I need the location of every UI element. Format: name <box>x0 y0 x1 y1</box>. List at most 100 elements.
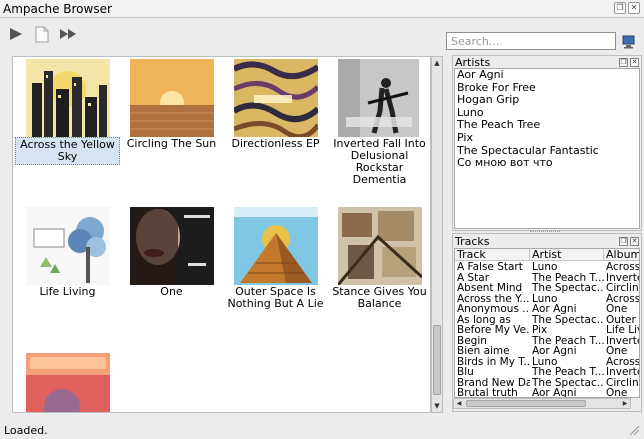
network-icon[interactable] <box>622 35 635 49</box>
artist-cell: The Peach T... <box>532 367 604 378</box>
artist-item[interactable]: Со мною вот что <box>455 157 639 170</box>
partial-album-art <box>26 353 110 412</box>
next-icon <box>60 29 76 39</box>
table-row[interactable]: Blu The Peach T... Inverte <box>455 367 640 378</box>
dock-float-icon[interactable]: ❐ <box>619 237 628 246</box>
table-row[interactable]: Across the Y... Luno Across <box>455 293 640 305</box>
artist-item[interactable]: Aor Agni <box>455 69 639 82</box>
album-cell: Across <box>606 262 640 273</box>
scroll-down-icon[interactable]: ▼ <box>432 400 442 412</box>
artist-item[interactable]: The Peach Tree <box>455 119 639 132</box>
status-bar: Loaded. <box>0 420 644 439</box>
track-cell: Begin <box>457 335 487 346</box>
artist-cell: The Spectac... <box>532 314 604 325</box>
track-cell: Brutal truth <box>457 388 518 398</box>
table-row[interactable]: Brand New DayThe Spectac...Circlin <box>455 377 639 389</box>
album-cell: Across <box>606 356 640 367</box>
album-cell: Across <box>606 293 640 304</box>
track-cell: Blu <box>457 367 474 378</box>
tracks-dock-title: Tracks <box>455 235 490 248</box>
column-header-track[interactable]: Track <box>455 249 530 261</box>
dock-close-icon[interactable]: ✕ <box>630 58 639 67</box>
artist-item[interactable]: Pix <box>455 131 639 145</box>
restore-icon[interactable]: ❐ <box>614 2 626 14</box>
album-title: Stance Gives You Balance <box>332 285 427 310</box>
track-cell: Bien aime <box>457 346 510 357</box>
table-row[interactable]: Birds in My T... Luno Across <box>455 356 640 368</box>
table-row[interactable]: Brutal truth Aor Agni One <box>455 388 639 398</box>
table-row[interactable]: Begin The Peach T... Inverte <box>455 335 640 347</box>
album-title: Circling The Sun <box>126 137 217 150</box>
track-cell: Before My Ve... <box>457 325 530 336</box>
tree-art <box>26 207 110 285</box>
artist-cell: Luno <box>532 293 558 304</box>
table-row[interactable]: As long as The Spectac... Outer <box>455 314 639 326</box>
swirl-art <box>234 59 318 137</box>
artist-cell: Pix <box>532 325 548 336</box>
album-grid-scrollbar[interactable]: ▲ ▼ <box>431 56 443 413</box>
album-grid[interactable]: Across the Yellow Sky Circling The Sun D… <box>12 56 431 413</box>
column-header-album[interactable]: Album <box>604 249 639 261</box>
artist-cell: Luno <box>532 356 558 367</box>
table-row[interactable]: Before My Ve... Pix Life Liv <box>455 325 640 336</box>
album-cell: Outer <box>606 314 636 325</box>
dock-float-icon[interactable]: ❐ <box>619 58 628 67</box>
tracks-dock: Tracks ❐ ✕ Track Artist Album A False St… <box>452 233 642 412</box>
scroll-left-icon[interactable]: ◀ <box>454 399 464 408</box>
tracks-table[interactable]: Track Artist Album A False Start Luno Acro… <box>454 248 640 398</box>
table-row[interactable]: A Star The Peach T... Inverte <box>455 272 640 284</box>
track-cell: A False Start <box>457 262 523 273</box>
resize-grip-icon[interactable] <box>628 425 640 436</box>
album-cell: One <box>606 304 628 315</box>
album-title: Inverted Fall Into Delusional Rockstar D… <box>333 137 426 186</box>
album-cell: Life Liv <box>606 325 640 336</box>
table-row[interactable]: Absent Mind The Spectac... Circlin <box>455 283 639 294</box>
close-icon[interactable]: ✕ <box>628 2 640 14</box>
tracks-table-body: A False Start Luno Across A Star The Peach T… <box>455 262 640 398</box>
scroll-right-icon[interactable]: ▶ <box>620 399 630 408</box>
status-text: Loaded. <box>4 424 48 437</box>
track-cell: As long as <box>457 314 511 325</box>
table-row[interactable]: Bien aime Aor Agni One <box>455 346 639 357</box>
dock-close-icon[interactable]: ✕ <box>630 237 639 246</box>
play-button[interactable] <box>6 23 26 45</box>
scrollbar-thumb[interactable] <box>466 400 586 407</box>
tracks-horizontal-scrollbar[interactable]: ◀ ▶ <box>453 398 631 409</box>
artists-list[interactable]: Aor Agni Broke For Free Hogan Grip Luno … <box>454 68 640 229</box>
table-row[interactable]: Anonymous ... Aor Agni One <box>455 304 639 315</box>
portrait-art <box>130 207 214 285</box>
album-title: Life Living <box>39 285 96 298</box>
album-cell: Inverte <box>606 335 640 346</box>
artist-cell: The Peach T... <box>532 272 604 283</box>
track-cell: Brand New Day <box>457 377 530 388</box>
pyramid-art <box>234 207 318 285</box>
scrollbar-thumb[interactable] <box>433 325 441 395</box>
artist-cell: The Spectac... <box>532 283 604 294</box>
album-cell: One <box>606 346 628 357</box>
album-cell: Circlin <box>606 377 639 388</box>
artist-cell: Aor Agni <box>532 346 577 357</box>
add-icon <box>35 26 49 42</box>
artist-cell: Luno <box>532 262 558 273</box>
column-header-artist[interactable]: Artist <box>530 249 604 261</box>
album-cell: Inverte <box>606 272 640 283</box>
sunset-art <box>130 59 214 137</box>
artist-cell: Aor Agni <box>532 304 577 315</box>
guitarist-art <box>338 59 419 137</box>
add-and-play-button[interactable] <box>58 23 78 45</box>
scroll-up-icon[interactable]: ▲ <box>432 57 442 69</box>
artist-item[interactable]: Hogan Grip <box>455 94 639 107</box>
table-row[interactable]: A False Start Luno Across <box>455 262 640 273</box>
album-title: Directionless EP <box>231 137 320 150</box>
search-input[interactable] <box>446 32 616 50</box>
artist-cell: The Peach T... <box>532 335 604 346</box>
album-cell: Inverte <box>606 367 640 378</box>
collage-art <box>338 207 422 285</box>
album-cell: One <box>606 388 628 398</box>
add-button[interactable] <box>32 23 52 45</box>
artist-cell: The Spectac... <box>532 377 604 388</box>
track-cell: Across the Y... <box>457 293 530 304</box>
album-title: One <box>160 285 183 298</box>
tracks-table-header: Track Artist Album <box>455 249 639 261</box>
artist-cell: Aor Agni <box>532 388 577 398</box>
